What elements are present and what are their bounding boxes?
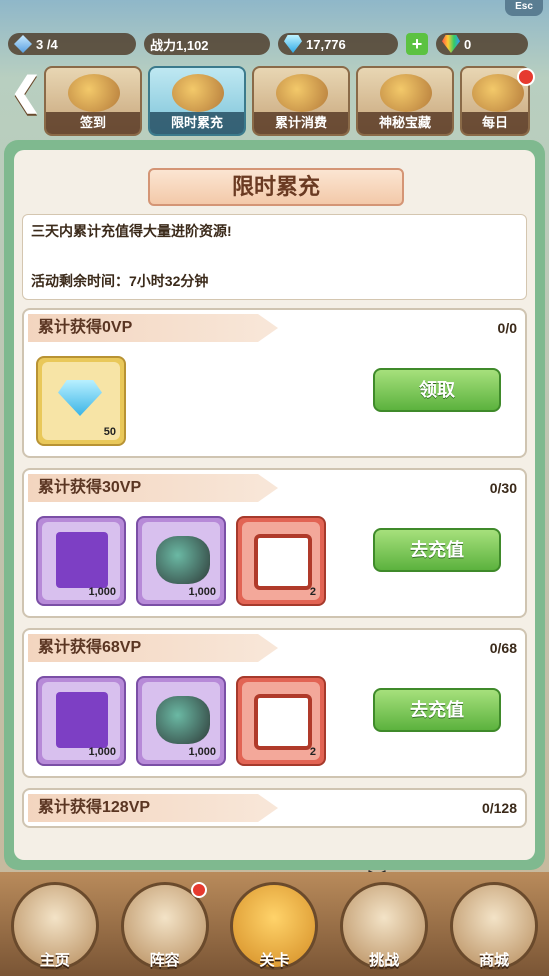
diamond-icon [58, 380, 102, 416]
reward-item[interactable]: 50 [36, 356, 126, 446]
reward-title: 累计获得30VP [28, 474, 278, 502]
recharge-button[interactable]: 去充值 [373, 528, 501, 572]
description-text: 三天内累计充值得大量进阶资源! [31, 223, 232, 239]
reward-card: 累计获得128VP 0/128 [22, 788, 527, 828]
recharge-art [172, 74, 224, 112]
add-diamond-button[interactable]: + [406, 33, 428, 55]
tab-cumulative-spend[interactable]: 累计消费 [252, 66, 350, 136]
esc-button[interactable]: Esc [505, 0, 543, 16]
nav-home[interactable]: 主页 [5, 876, 105, 972]
notification-badge [517, 68, 535, 86]
spend-art [276, 74, 328, 112]
energy-pill: 3 /4 [8, 33, 136, 55]
time-left: 活动剩余时间：7小时32分钟 [31, 273, 209, 289]
stone-icon [156, 696, 210, 744]
activity-tabs: 签到 限时累充 累计消费 神秘宝藏 每日 [0, 60, 549, 136]
diamond-pill: 17,776 [278, 33, 398, 55]
chest-icon [254, 534, 312, 590]
reward-item[interactable]: 1,000 [136, 516, 226, 606]
description-box: 三天内累计充值得大量进阶资源! 活动剩余时间：7小时32分钟 [22, 214, 527, 300]
resource-bar: 3 /4 战力1,102 17,776 + 0 [0, 30, 549, 58]
reward-item[interactable]: 2 [236, 516, 326, 606]
energy-value: 3 /4 [36, 36, 58, 52]
page-title: 限时累充 [148, 168, 404, 206]
crystal-icon [14, 35, 32, 53]
stone-icon [156, 536, 210, 584]
power-value: 战力1,102 [150, 37, 209, 53]
reward-item[interactable]: 2 [236, 676, 326, 766]
reward-item[interactable]: 1,000 [36, 516, 126, 606]
reward-progress: 0/0 [497, 320, 517, 336]
gem-pill: 0 [436, 33, 528, 55]
reward-progress: 0/68 [489, 640, 517, 656]
nav-lineup[interactable]: 阵容 [115, 876, 215, 972]
sign-in-art [68, 74, 120, 112]
reward-card: 累计获得68VP 0/68 1,000 1,000 2 去充值 [22, 628, 527, 778]
claim-button[interactable]: 领取 [373, 368, 501, 412]
reward-title: 累计获得128VP [28, 794, 278, 822]
reward-card: 累计获得30VP 0/30 1,000 1,000 2 去充值 [22, 468, 527, 618]
treasure-art [380, 74, 432, 112]
tab-sign-in[interactable]: 签到 [44, 66, 142, 136]
spellbook-icon [56, 532, 108, 588]
reward-title: 累计获得68VP [28, 634, 278, 662]
bottom-nav: 主页 阵容 关卡 挑战 商城 [0, 872, 549, 976]
diamond-value: 17,776 [306, 36, 346, 52]
reward-progress: 0/128 [481, 800, 517, 816]
reward-item[interactable]: 1,000 [36, 676, 126, 766]
tab-mystery-treasure[interactable]: 神秘宝藏 [356, 66, 454, 136]
nav-stage[interactable]: 关卡 [224, 876, 324, 972]
diamond-icon [284, 35, 302, 53]
daily-art [472, 74, 524, 112]
reward-item[interactable]: 1,000 [136, 676, 226, 766]
reward-card: 累计获得0VP 0/0 50 领取 [22, 308, 527, 458]
power-pill: 战力1,102 [144, 33, 270, 55]
main-panel: 限时累充 三天内累计充值得大量进阶资源! 活动剩余时间：7小时32分钟 累计获得… [4, 140, 545, 870]
rainbow-gem-icon [442, 35, 460, 53]
chest-icon [254, 694, 312, 750]
gem-value: 0 [464, 36, 472, 52]
panel-content: 限时累充 三天内累计充值得大量进阶资源! 活动剩余时间：7小时32分钟 累计获得… [14, 150, 535, 860]
notification-badge [190, 882, 207, 898]
tab-limited-recharge[interactable]: 限时累充 [148, 66, 246, 136]
recharge-button[interactable]: 去充值 [373, 688, 501, 732]
spellbook-icon [56, 692, 108, 748]
reward-progress: 0/30 [489, 480, 517, 496]
reward-title: 累计获得0VP [28, 314, 278, 342]
nav-challenge[interactable]: 挑战 [334, 876, 434, 972]
nav-shop[interactable]: 商城 [444, 876, 544, 972]
